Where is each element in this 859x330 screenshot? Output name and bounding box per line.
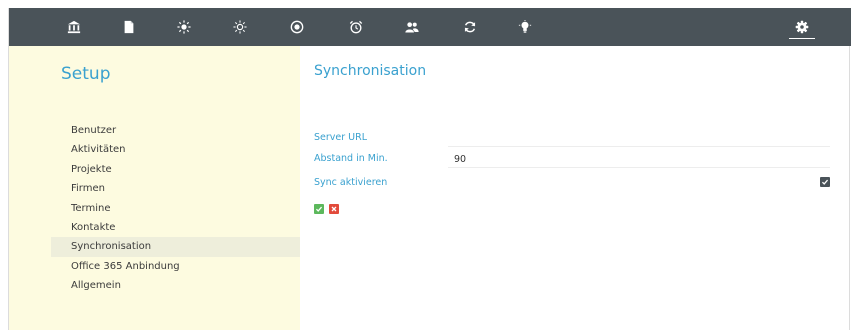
- sync-enabled-checkbox[interactable]: [820, 177, 830, 187]
- top-navigation-bar: [9, 8, 851, 46]
- sidebar-item-benutzer[interactable]: Benutzer: [51, 121, 300, 140]
- sidebar-menu: Benutzer Aktivitäten Projekte Firmen Ter…: [51, 121, 300, 296]
- alarm-clock-icon[interactable]: [346, 17, 366, 37]
- sun-icon[interactable]: [174, 17, 194, 37]
- sync-enabled-row: Sync aktivieren: [314, 175, 830, 193]
- sidebar: Setup Benutzer Aktivitäten Projekte Firm…: [9, 46, 300, 330]
- sidebar-item-synchronisation[interactable]: Synchronisation: [51, 237, 300, 257]
- sidebar-item-aktivitaeten[interactable]: Aktivitäten: [51, 140, 300, 159]
- document-icon[interactable]: [119, 17, 139, 37]
- main-content: Synchronisation Server URL Abstand in Mi…: [300, 46, 851, 330]
- gear-icon[interactable]: [792, 17, 812, 37]
- sidebar-item-projekte[interactable]: Projekte: [51, 160, 300, 179]
- sync-icon[interactable]: [460, 17, 480, 37]
- sync-enabled-label: Sync aktivieren: [314, 177, 388, 188]
- brightness-icon[interactable]: [230, 17, 250, 37]
- sidebar-item-office-365-anbindung[interactable]: Office 365 Anbindung: [51, 257, 300, 276]
- record-icon[interactable]: [287, 17, 307, 37]
- sidebar-item-termine[interactable]: Termine: [51, 199, 300, 218]
- server-url-label: Server URL: [314, 132, 368, 143]
- page-title: Synchronisation: [314, 63, 427, 79]
- check-icon: [315, 206, 323, 212]
- active-tab-indicator: [789, 38, 815, 39]
- sidebar-item-allgemein[interactable]: Allgemein: [51, 276, 300, 295]
- interval-input[interactable]: [448, 151, 830, 168]
- bank-icon[interactable]: [64, 17, 84, 37]
- checkmark-icon: [821, 179, 829, 185]
- cancel-button[interactable]: [329, 204, 339, 214]
- server-url-row: Server URL: [314, 130, 830, 148]
- users-icon[interactable]: [402, 17, 422, 37]
- server-url-input[interactable]: [448, 130, 830, 147]
- app-window: Setup Benutzer Aktivitäten Projekte Firm…: [8, 8, 851, 330]
- sidebar-item-kontakte[interactable]: Kontakte: [51, 218, 300, 237]
- lightbulb-icon[interactable]: [515, 17, 535, 37]
- sidebar-title: Setup: [61, 64, 111, 84]
- close-icon: [331, 206, 337, 212]
- sidebar-item-firmen[interactable]: Firmen: [51, 179, 300, 198]
- interval-row: Abstand in Min.: [314, 151, 830, 169]
- save-button[interactable]: [314, 204, 324, 214]
- interval-label: Abstand in Min.: [314, 153, 388, 164]
